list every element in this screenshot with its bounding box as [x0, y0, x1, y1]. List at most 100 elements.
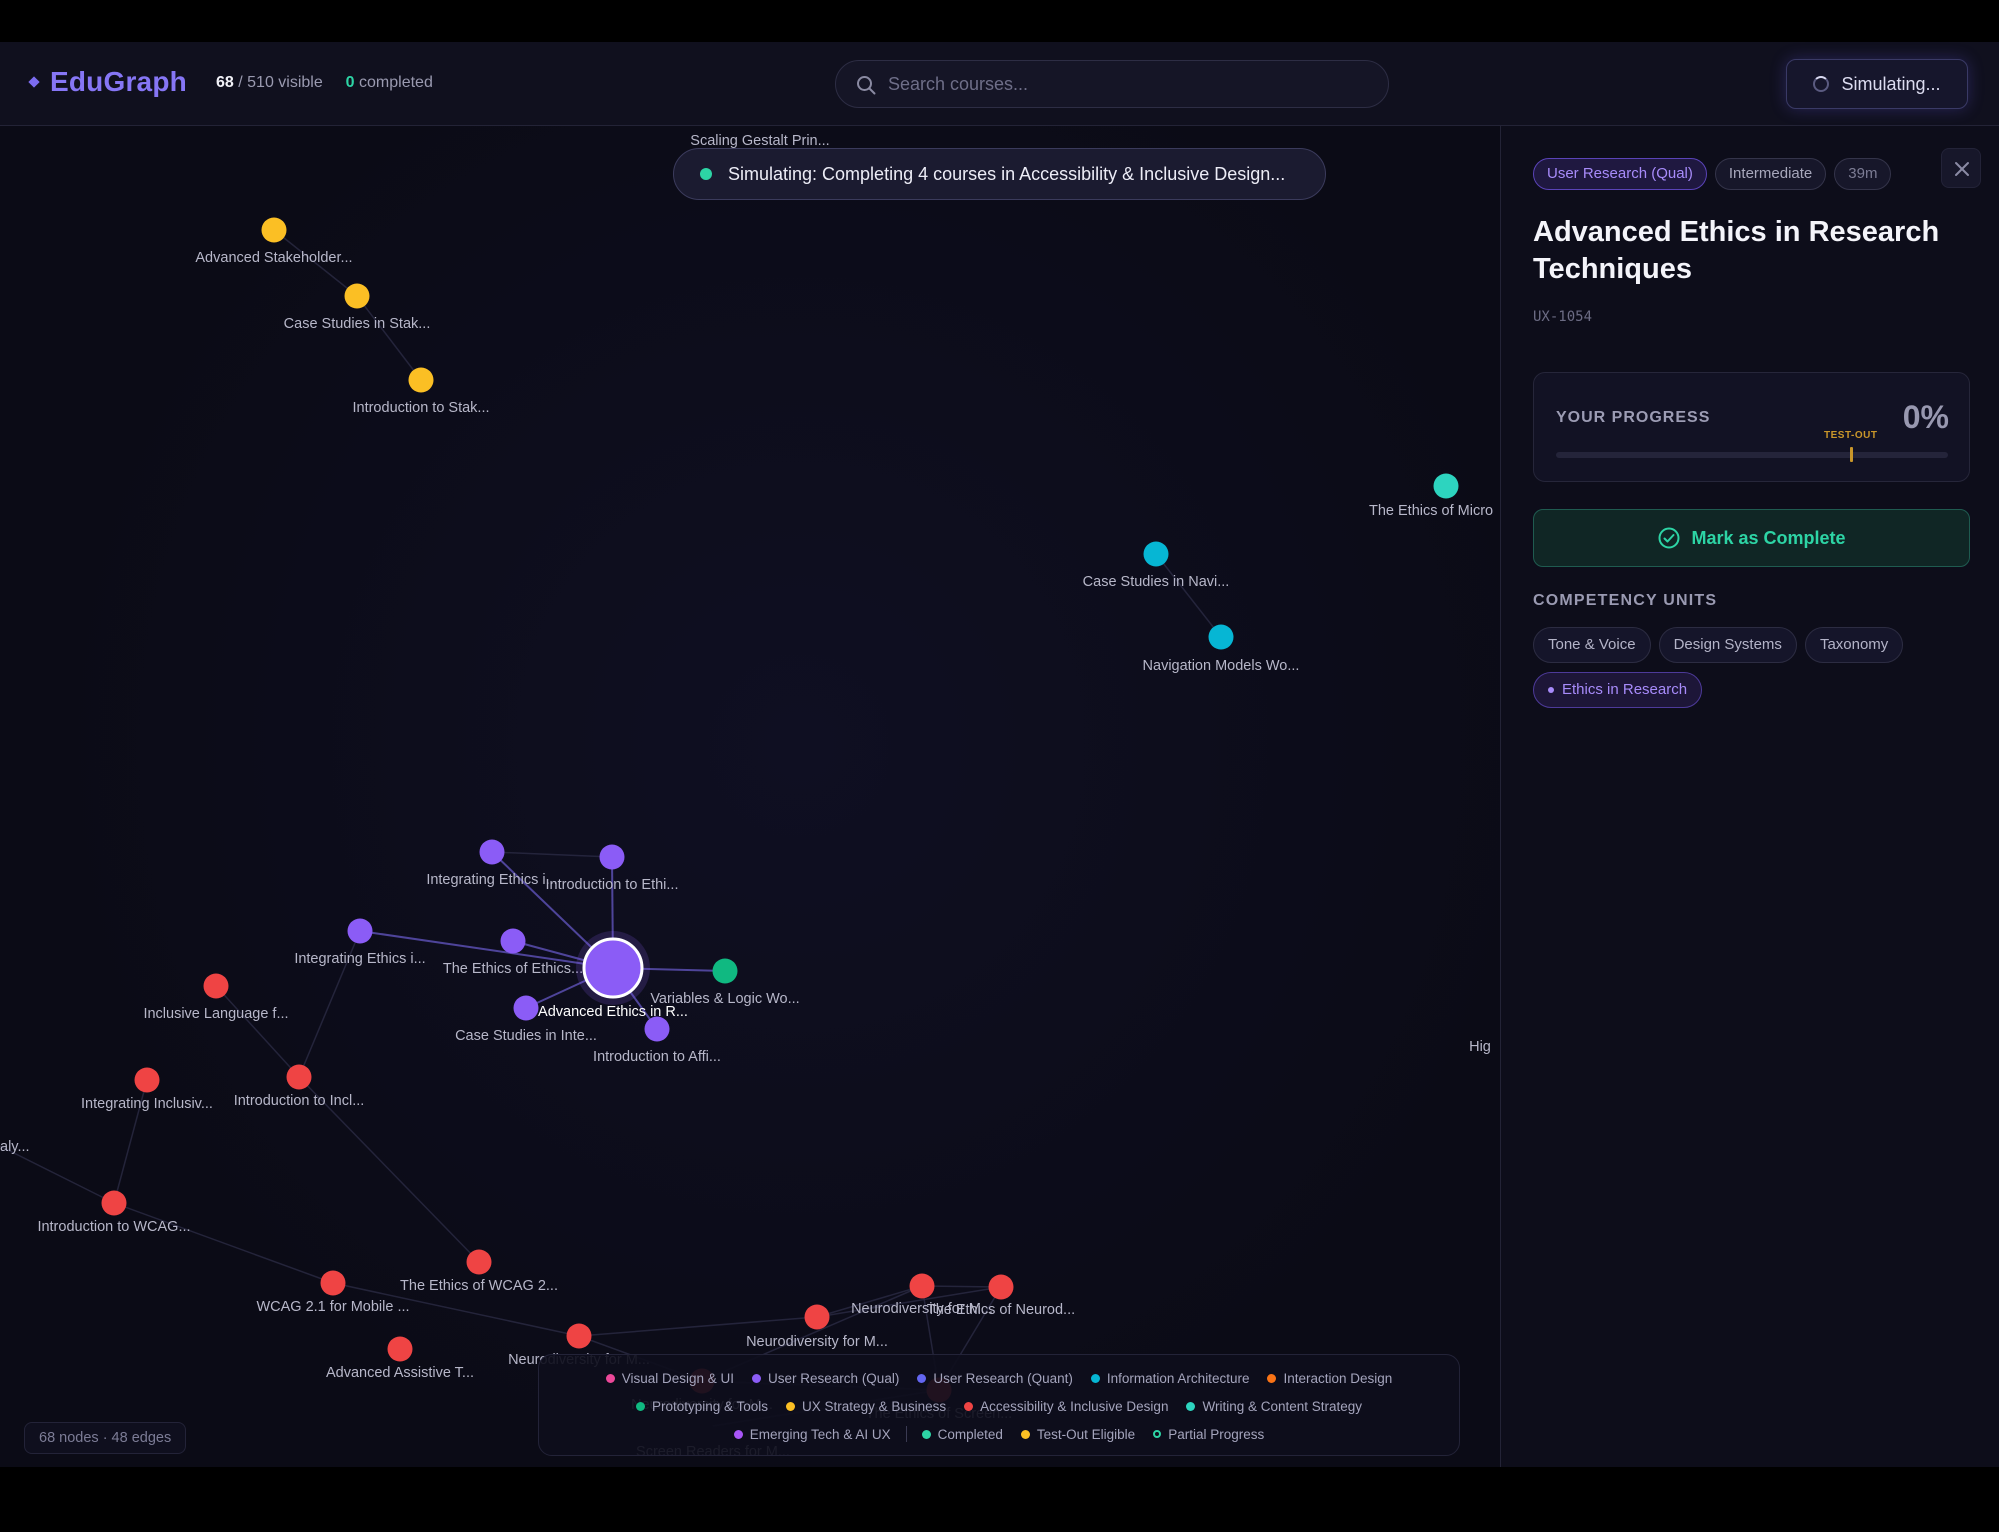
node-dot[interactable]: [134, 1067, 160, 1093]
node-dot[interactable]: [1433, 473, 1459, 499]
node-dot[interactable]: [408, 367, 434, 393]
level-tag: Intermediate: [1714, 158, 1827, 190]
legend-row: Emerging Tech & AI UX Completed Test-Out E…: [539, 1420, 1459, 1448]
graph-node[interactable]: Integrating Ethics i...: [426, 839, 558, 889]
app-logo[interactable]: EduGraph: [28, 66, 187, 98]
node-dot[interactable]: [387, 1336, 413, 1362]
graph-node[interactable]: Advanced Stakeholder...: [195, 217, 353, 267]
search-box[interactable]: [835, 60, 1389, 108]
graph-node[interactable]: Integrating Inclusiv...: [81, 1067, 213, 1113]
legend-item: Partial Progress: [1153, 1427, 1264, 1442]
simulate-button-label: Simulating...: [1841, 73, 1941, 94]
graph-node[interactable]: Navigation Models Wo...: [1143, 624, 1300, 675]
graph-node[interactable]: Introduction to WCAG...: [37, 1190, 191, 1236]
legend-color-dot-icon: [786, 1401, 796, 1411]
node-dot[interactable]: [909, 1273, 935, 1299]
legend-label: Visual Design & UI: [621, 1370, 735, 1386]
legend: Visual Design & UI User Research (Qual) Us…: [538, 1354, 1460, 1456]
node-dot[interactable]: [712, 958, 738, 984]
graph-node[interactable]: Integrating Ethics i...: [294, 918, 426, 968]
node-label: Introduction to Ethi...: [546, 877, 679, 893]
graph-node[interactable]: The Ethics of WCAG 2...: [400, 1249, 558, 1295]
node-label: Hig: [1469, 1039, 1491, 1055]
legend-color-dot-icon: [635, 1401, 645, 1411]
graph-node[interactable]: WCAG 2.1 for Mobile ...: [256, 1270, 410, 1316]
node-label: Integrating Ethics i...: [294, 951, 425, 967]
node-label: Introduction to Incl...: [234, 1093, 365, 1109]
graph-node[interactable]: Advanced Assistive T...: [326, 1336, 474, 1382]
graph-node[interactable]: aly...: [0, 1139, 30, 1155]
graph-node[interactable]: Introduction to Stak...: [352, 367, 490, 417]
node-dot[interactable]: [566, 1323, 592, 1349]
graph-svg[interactable]: Advanced Stakeholder... Case Studies in S…: [0, 126, 1500, 1467]
node-label: Inclusive Language f...: [143, 1006, 288, 1022]
legend-label: Partial Progress: [1168, 1426, 1265, 1442]
node-dot[interactable]: [466, 1249, 492, 1275]
node-dot[interactable]: [320, 1270, 346, 1296]
graph-node[interactable]: The Ethics of Ethics...: [443, 928, 583, 978]
graph-node[interactable]: Introduction to Incl...: [234, 1064, 365, 1110]
node-dot[interactable]: [513, 995, 539, 1021]
close-panel-button[interactable]: [1941, 148, 1981, 188]
legend-row: Prototyping & Tools UX Strategy & Busines…: [539, 1392, 1459, 1420]
legend-row: Visual Design & UI User Research (Qual) Us…: [539, 1364, 1459, 1392]
graph-node[interactable]: Scaling Gestalt Prin...: [690, 133, 829, 149]
node-dot[interactable]: [286, 1064, 312, 1090]
node-dot[interactable]: [644, 1016, 670, 1042]
competency-chip[interactable]: Ethics in Research: [1533, 672, 1703, 708]
node-dot[interactable]: [804, 1304, 830, 1330]
competency-label: Taxonomy: [1819, 636, 1889, 653]
node-dot[interactable]: [261, 217, 287, 243]
search-icon: [857, 76, 876, 95]
node-dot[interactable]: [203, 973, 229, 999]
graph-node[interactable]: Case Studies in Stak...: [284, 283, 431, 333]
legend-color-dot-icon: [921, 1429, 931, 1439]
competency-list: Tone & Voice Design Systems Taxonomy Ethics…: [1533, 627, 1973, 717]
graph-node[interactable]: Hig: [1469, 1039, 1491, 1055]
node-label: The Ethics of Micro: [1369, 503, 1493, 519]
legend-label: Test-Out Eligible: [1036, 1426, 1136, 1442]
legend-item: User Research (Qual): [752, 1371, 899, 1386]
graph-counter: 68 nodes · 48 edges: [24, 1422, 187, 1454]
node-label: Neurodiversity for M...: [746, 1334, 888, 1350]
graph-node[interactable]: Variables & Logic Wo...: [650, 958, 800, 1008]
legend-color-dot-icon: [752, 1373, 762, 1383]
graph-node[interactable]: Case Studies in Navi...: [1083, 541, 1230, 591]
node-dot[interactable]: [1208, 624, 1234, 650]
completed-label: completed: [359, 74, 433, 91]
legend-label: Information Architecture: [1106, 1370, 1250, 1386]
competency-chip[interactable]: Tone & Voice: [1533, 627, 1651, 663]
graph-edge: [113, 1202, 334, 1284]
node-dot[interactable]: [1143, 541, 1169, 567]
node-dot[interactable]: [599, 844, 625, 870]
course-graph-canvas[interactable]: Advanced Stakeholder... Case Studies in S…: [0, 126, 1500, 1467]
competency-chip[interactable]: Taxonomy: [1804, 627, 1904, 663]
node-label: Integrating Ethics i...: [426, 872, 557, 888]
search-input[interactable]: [888, 61, 1368, 107]
mark-complete-button[interactable]: Mark as Complete: [1533, 509, 1970, 567]
legend-color-dot-icon: [1267, 1373, 1277, 1383]
progress-label: YOUR PROGRESS: [1556, 409, 1711, 426]
graph-node[interactable]: Introduction to Ethi...: [546, 844, 679, 894]
progress-value: 0%: [1902, 399, 1949, 435]
node-label: Introduction to WCAG...: [37, 1219, 190, 1235]
graph-node[interactable]: Introduction to Affi...: [593, 1016, 721, 1066]
node-dot[interactable]: [988, 1274, 1014, 1300]
node-dot[interactable]: [344, 283, 370, 309]
legend-label: Accessibility & Inclusive Design: [980, 1398, 1169, 1414]
node-dot[interactable]: [347, 918, 373, 944]
node-dot[interactable]: [500, 928, 526, 954]
simulate-button[interactable]: Simulating...: [1786, 59, 1968, 109]
legend-item: Prototyping & Tools: [635, 1399, 768, 1414]
competency-chip[interactable]: Design Systems: [1658, 627, 1797, 663]
toast-text: Simulating: Completing 4 courses in Acce…: [728, 163, 1286, 184]
node-dot[interactable]: [101, 1190, 127, 1216]
course-code: UX-1054: [1533, 309, 1593, 325]
completed-count: 0: [345, 74, 355, 91]
graph-node[interactable]: Inclusive Language f...: [143, 973, 289, 1023]
competency-heading: COMPETENCY UNITS: [1533, 592, 1718, 609]
node-dot[interactable]: [479, 839, 505, 865]
graph-node[interactable]: The Ethics of Micro: [1369, 473, 1493, 520]
selected-node-dot[interactable]: [582, 937, 644, 999]
graph-node[interactable]: The Ethics of Neurod...: [927, 1274, 1075, 1319]
